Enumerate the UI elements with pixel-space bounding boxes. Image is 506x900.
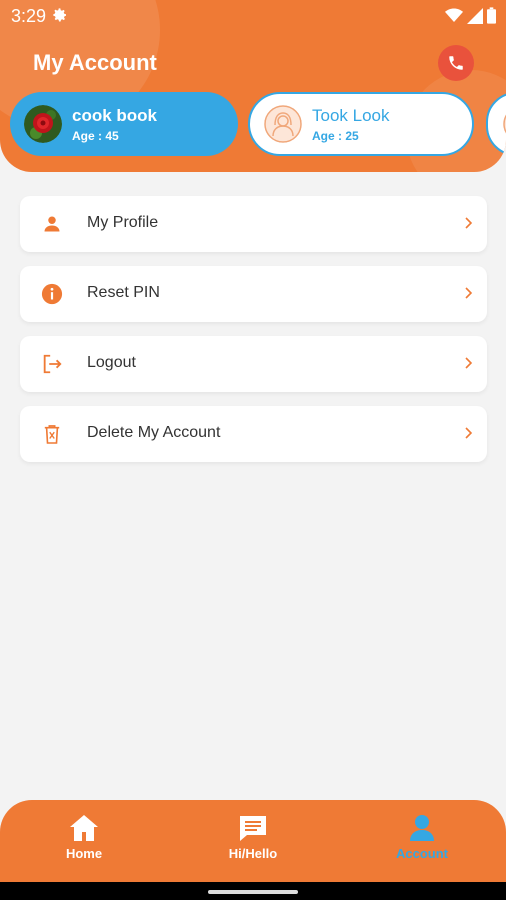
chevron-right-icon [465,427,473,439]
menu-label: Delete My Account [87,424,221,441]
battery-icon [487,7,496,24]
page-title: My Account [33,50,157,75]
nav-account[interactable]: Account [362,814,482,861]
nav-label: Account [396,846,448,861]
home-icon [70,815,98,841]
phone-icon [449,56,463,70]
profile-card[interactable]: cook book Age : 45 [10,92,238,156]
avatar-woman-icon [502,105,506,143]
nav-hi-hello[interactable]: Hi/Hello [193,814,313,861]
profile-age: Age : 45 [72,128,119,143]
home-gesture-pill[interactable] [208,890,298,894]
avatar-woman-icon [264,105,302,143]
bottom-nav: Home Hi/Hello Account [0,800,506,882]
header: 3:29 My Account cook book Age : 45 Took … [0,0,506,172]
person-icon [40,212,64,236]
nav-label: Hi/Hello [228,846,278,861]
menu-item-reset-pin[interactable]: Reset PIN [20,266,487,322]
menu-label: Logout [87,354,136,371]
wifi-icon [445,8,463,22]
menu-label: Reset PIN [87,284,160,301]
logout-icon [40,352,64,376]
system-icons [445,7,496,24]
profile-name: cook book [72,105,158,125]
menu-label: My Profile [87,214,159,231]
system-nav-bar [0,882,506,900]
chat-icon [240,816,266,841]
profile-age: Age : 25 [312,128,359,143]
nav-home[interactable]: Home [24,814,144,861]
profile-name: Took Look [312,105,390,125]
menu-item-my-profile[interactable]: My Profile [20,196,487,252]
chevron-right-icon [465,287,473,299]
profile-card[interactable]: Took Look Age : 25 [248,92,474,156]
status-time: 3:29 [11,6,47,26]
menu-item-logout[interactable]: Logout [20,336,487,392]
info-icon [40,282,64,306]
nav-label: Home [65,846,103,861]
avatar-flower-icon [24,105,62,143]
chevron-right-icon [465,357,473,369]
chevron-right-icon [465,217,473,229]
account-icon [410,815,434,841]
call-button[interactable] [438,45,474,81]
settings-gear-icon [52,7,68,28]
menu-item-delete-account[interactable]: Delete My Account [20,406,487,462]
trash-icon [40,422,64,446]
status-bar: 3:29 [0,0,506,32]
signal-icon [467,7,483,24]
